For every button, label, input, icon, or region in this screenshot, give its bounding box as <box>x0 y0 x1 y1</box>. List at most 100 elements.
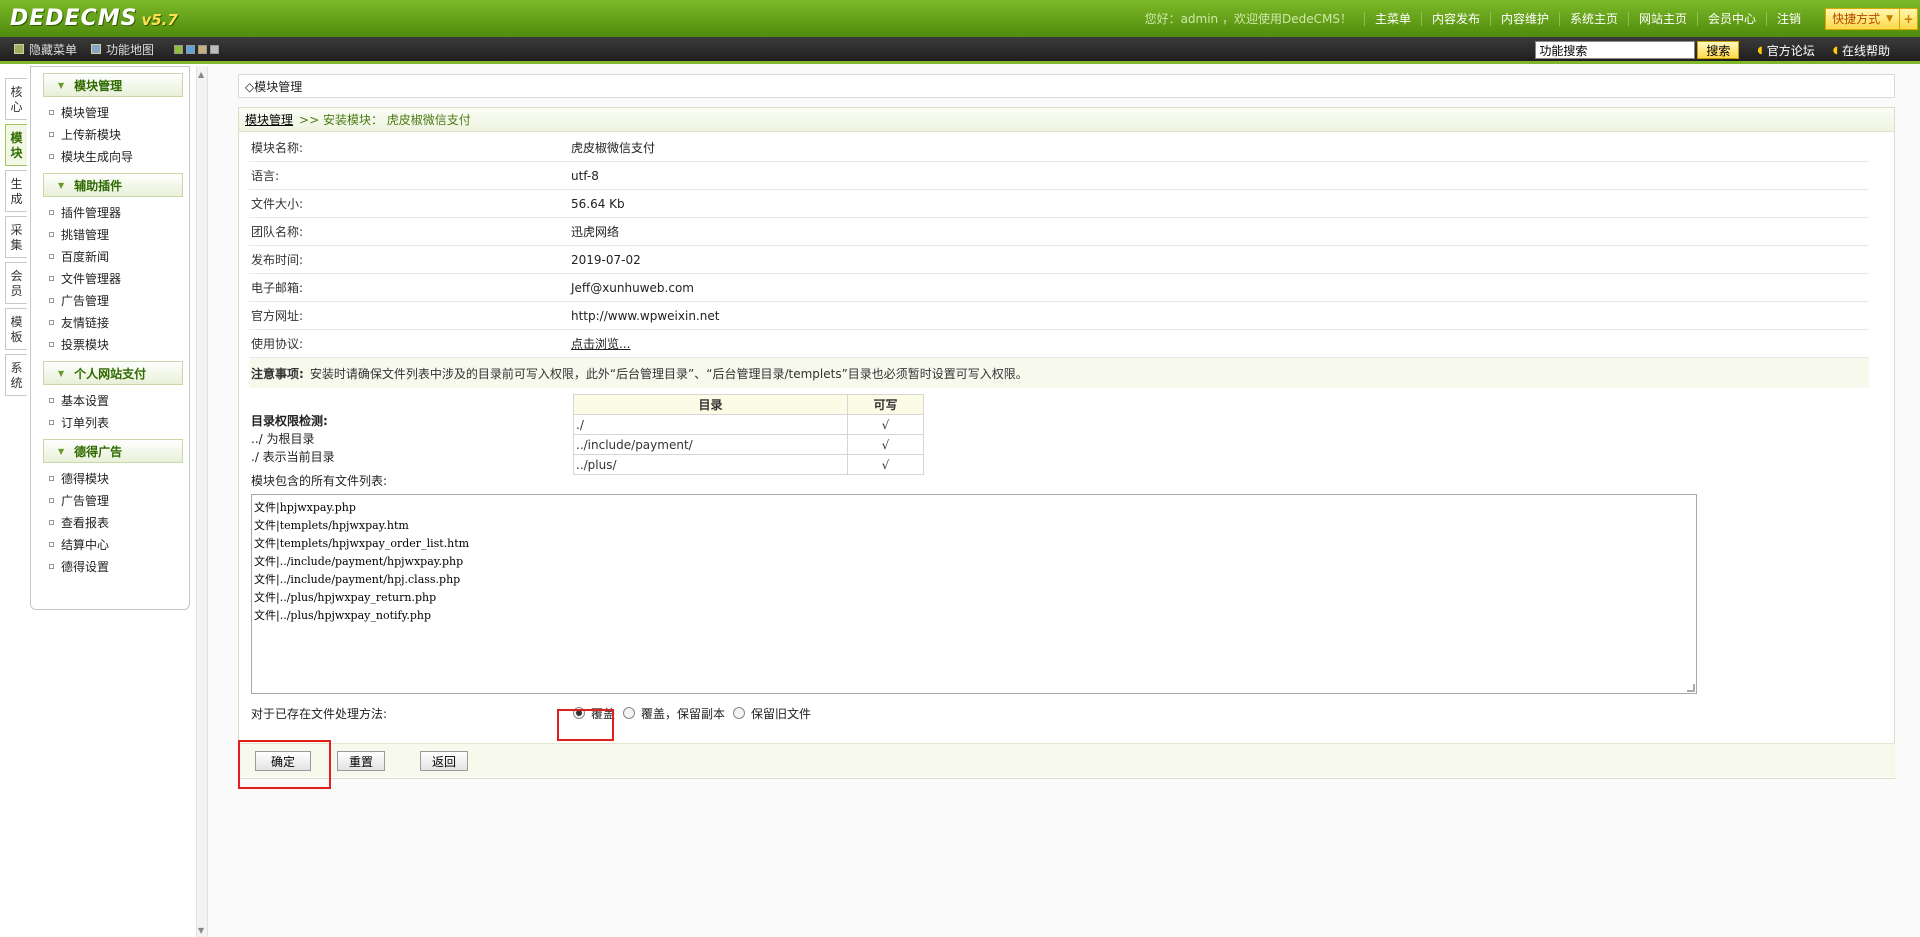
frame-splitter[interactable]: ▲ ▼ <box>196 66 208 937</box>
radio-overwrite-keep-copy[interactable]: 覆盖，保留副本 <box>623 705 725 722</box>
menu-item-order-list[interactable]: 订单列表 <box>49 411 189 433</box>
bullet-icon <box>49 253 54 259</box>
column-header-writable: 可写 <box>847 394 924 415</box>
tab-char: 板 <box>10 330 23 344</box>
tab-module[interactable]: 模块 <box>5 124 27 166</box>
menu-group-module-manage[interactable]: ▼ 模块管理 <box>43 73 183 97</box>
menu-item-upload-module[interactable]: 上传新模块 <box>49 123 189 145</box>
menu-item-module-wizard[interactable]: 模块生成向导 <box>49 145 189 167</box>
nav-site-home[interactable]: 网站主页 <box>1628 11 1697 26</box>
notice-title: 注意事项: <box>251 366 304 381</box>
nav-content-maintain[interactable]: 内容维护 <box>1489 11 1559 26</box>
radio-keep-old-file[interactable]: 保留旧文件 <box>733 705 811 722</box>
nav-logout[interactable]: 注销 <box>1766 11 1811 26</box>
official-forum-link[interactable]: ◖ 官方论坛 <box>1757 42 1814 59</box>
table-row: ../include/payment/ √ <box>573 434 924 455</box>
help-label: 在线帮助 <box>1841 43 1890 58</box>
bullet-icon <box>49 541 54 547</box>
shortcut-dropdown[interactable]: 快捷方式 ▼ <box>1825 7 1900 30</box>
signal-icon: ◖ <box>1832 44 1838 56</box>
function-search-input[interactable] <box>1535 41 1696 59</box>
nav-system-home[interactable]: 系统主页 <box>1559 11 1628 26</box>
menu-item-view-report[interactable]: 查看报表 <box>49 511 189 533</box>
menu-item-label: 结算中心 <box>61 537 110 552</box>
tab-template[interactable]: 模板 <box>5 308 27 350</box>
tab-core[interactable]: 核心 <box>5 78 27 120</box>
radio-label: 保留旧文件 <box>751 706 812 721</box>
field-value: 56.64 Kb <box>571 196 625 211</box>
online-help-link[interactable]: ◖ 在线帮助 <box>1833 42 1890 59</box>
tab-generate[interactable]: 生成 <box>5 170 27 212</box>
permission-note-current: ./ 表示当前目录 <box>251 450 335 464</box>
menu-item-dede-ad-manage[interactable]: 广告管理 <box>49 489 189 511</box>
hide-menu-button[interactable]: 隐藏菜单 <box>14 41 77 58</box>
tab-char: 模 <box>10 315 23 329</box>
field-row-website: 官方网址: http://www.wpweixin.net <box>249 302 1869 330</box>
highlight-confirm-button <box>238 740 331 789</box>
menu-item-label: 基本设置 <box>61 393 110 408</box>
existing-file-handling-row: 对于已存在文件处理方法: 覆盖 覆盖，保留副本 保留旧文件 <box>251 699 1871 727</box>
tab-collect[interactable]: 采集 <box>5 216 27 258</box>
field-label: 发布时间: <box>251 253 304 267</box>
field-row-release-date: 发布时间: 2019-07-02 <box>249 246 1869 274</box>
skin-tan[interactable] <box>198 44 208 54</box>
skin-gray[interactable] <box>210 44 220 54</box>
menu-item-plugin-manager[interactable]: 插件管理器 <box>49 201 189 223</box>
search-button[interactable]: 搜索 <box>1697 41 1740 59</box>
existing-file-label: 对于已存在文件处理方法: <box>251 706 388 721</box>
left-menu: ▼ 模块管理 模块管理 上传新模块 模块生成向导 ▼ 辅助插件 插件管理器 挑错管理… <box>30 66 190 610</box>
menu-item-vote-module[interactable]: 投票模块 <box>49 333 189 355</box>
tab-member[interactable]: 会员 <box>5 262 27 304</box>
menu-item-dede-settings[interactable]: 德得设置 <box>49 555 189 577</box>
menu-item-baidu-news[interactable]: 百度新闻 <box>49 245 189 267</box>
view-license-link[interactable]: 点击浏览... <box>571 335 630 352</box>
bullet-icon <box>49 341 54 347</box>
menu-group-dede-ads[interactable]: ▼ 德得广告 <box>43 439 183 463</box>
scroll-up-icon[interactable]: ▲ <box>198 70 204 79</box>
tab-char: 集 <box>10 238 23 252</box>
permission-check-info: 目录权限检测: ../ 为根目录 ./ 表示当前目录 <box>251 412 335 466</box>
dedecms-logo[interactable]: DEDECMS v5.7 <box>10 6 178 32</box>
nav-member-center[interactable]: 会员中心 <box>1697 11 1766 26</box>
skin-blue[interactable] <box>186 44 196 54</box>
add-shortcut-button[interactable]: + <box>1900 7 1918 30</box>
tab-char: 核 <box>10 85 23 99</box>
skin-green[interactable] <box>174 44 184 54</box>
field-value: 迅虎网络 <box>571 225 620 239</box>
tab-char: 成 <box>10 192 23 206</box>
menu-item-settlement[interactable]: 结算中心 <box>49 533 189 555</box>
function-map-button[interactable]: 功能地图 <box>91 41 154 58</box>
tab-char: 模 <box>10 131 23 145</box>
logo-text: DEDECMS <box>10 6 138 31</box>
menu-group-title: 辅助插件 <box>74 178 123 193</box>
menu-item-module-manage[interactable]: 模块管理 <box>49 101 189 123</box>
button-bar: 确定 重置 返回 <box>238 743 1895 777</box>
menu-item-label: 订单列表 <box>61 415 110 430</box>
menu-item-dede-module[interactable]: 德得模块 <box>49 467 189 489</box>
menu-item-friend-links[interactable]: 友情链接 <box>49 311 189 333</box>
tab-system[interactable]: 系统 <box>5 354 27 396</box>
vertical-tabs: 核心 模块 生成 采集 会员 模板 系统 <box>5 78 27 400</box>
field-row-team-name: 团队名称: 迅虎网络 <box>249 218 1869 246</box>
nav-main-menu[interactable]: 主菜单 <box>1363 11 1421 26</box>
field-label: 官方网址: <box>251 309 304 323</box>
top-header: DEDECMS v5.7 您好：admin ，欢迎使用DedeCMS！ 主菜单 … <box>0 0 1920 37</box>
menu-item-basic-settings[interactable]: 基本设置 <box>49 389 189 411</box>
field-value: Jeff@xunhuweb.com <box>571 280 694 295</box>
resize-handle-icon[interactable] <box>1687 684 1695 692</box>
menu-item-ad-manage[interactable]: 广告管理 <box>49 289 189 311</box>
file-list-textarea[interactable]: 文件|hpjwxpay.php 文件|templets/hpjwxpay.htm… <box>251 494 1697 694</box>
back-button[interactable]: 返回 <box>420 751 468 771</box>
menu-group-plugins[interactable]: ▼ 辅助插件 <box>43 173 183 197</box>
field-value: http://www.wpweixin.net <box>571 308 720 323</box>
file-line: 文件|../plus/hpjwxpay_return.php <box>254 591 437 604</box>
tab-char: 会 <box>10 269 23 283</box>
breadcrumb-module-manage-link[interactable]: 模块管理 <box>245 111 293 128</box>
menu-item-error-manage[interactable]: 挑错管理 <box>49 223 189 245</box>
scroll-down-icon[interactable]: ▼ <box>198 926 204 935</box>
nav-content-publish[interactable]: 内容发布 <box>1420 11 1490 26</box>
reset-button[interactable]: 重置 <box>337 751 385 771</box>
menu-item-file-manager[interactable]: 文件管理器 <box>49 267 189 289</box>
file-line: 文件|templets/hpjwxpay_order_list.htm <box>254 537 470 550</box>
menu-group-site-payment[interactable]: ▼ 个人网站支付 <box>43 361 183 385</box>
